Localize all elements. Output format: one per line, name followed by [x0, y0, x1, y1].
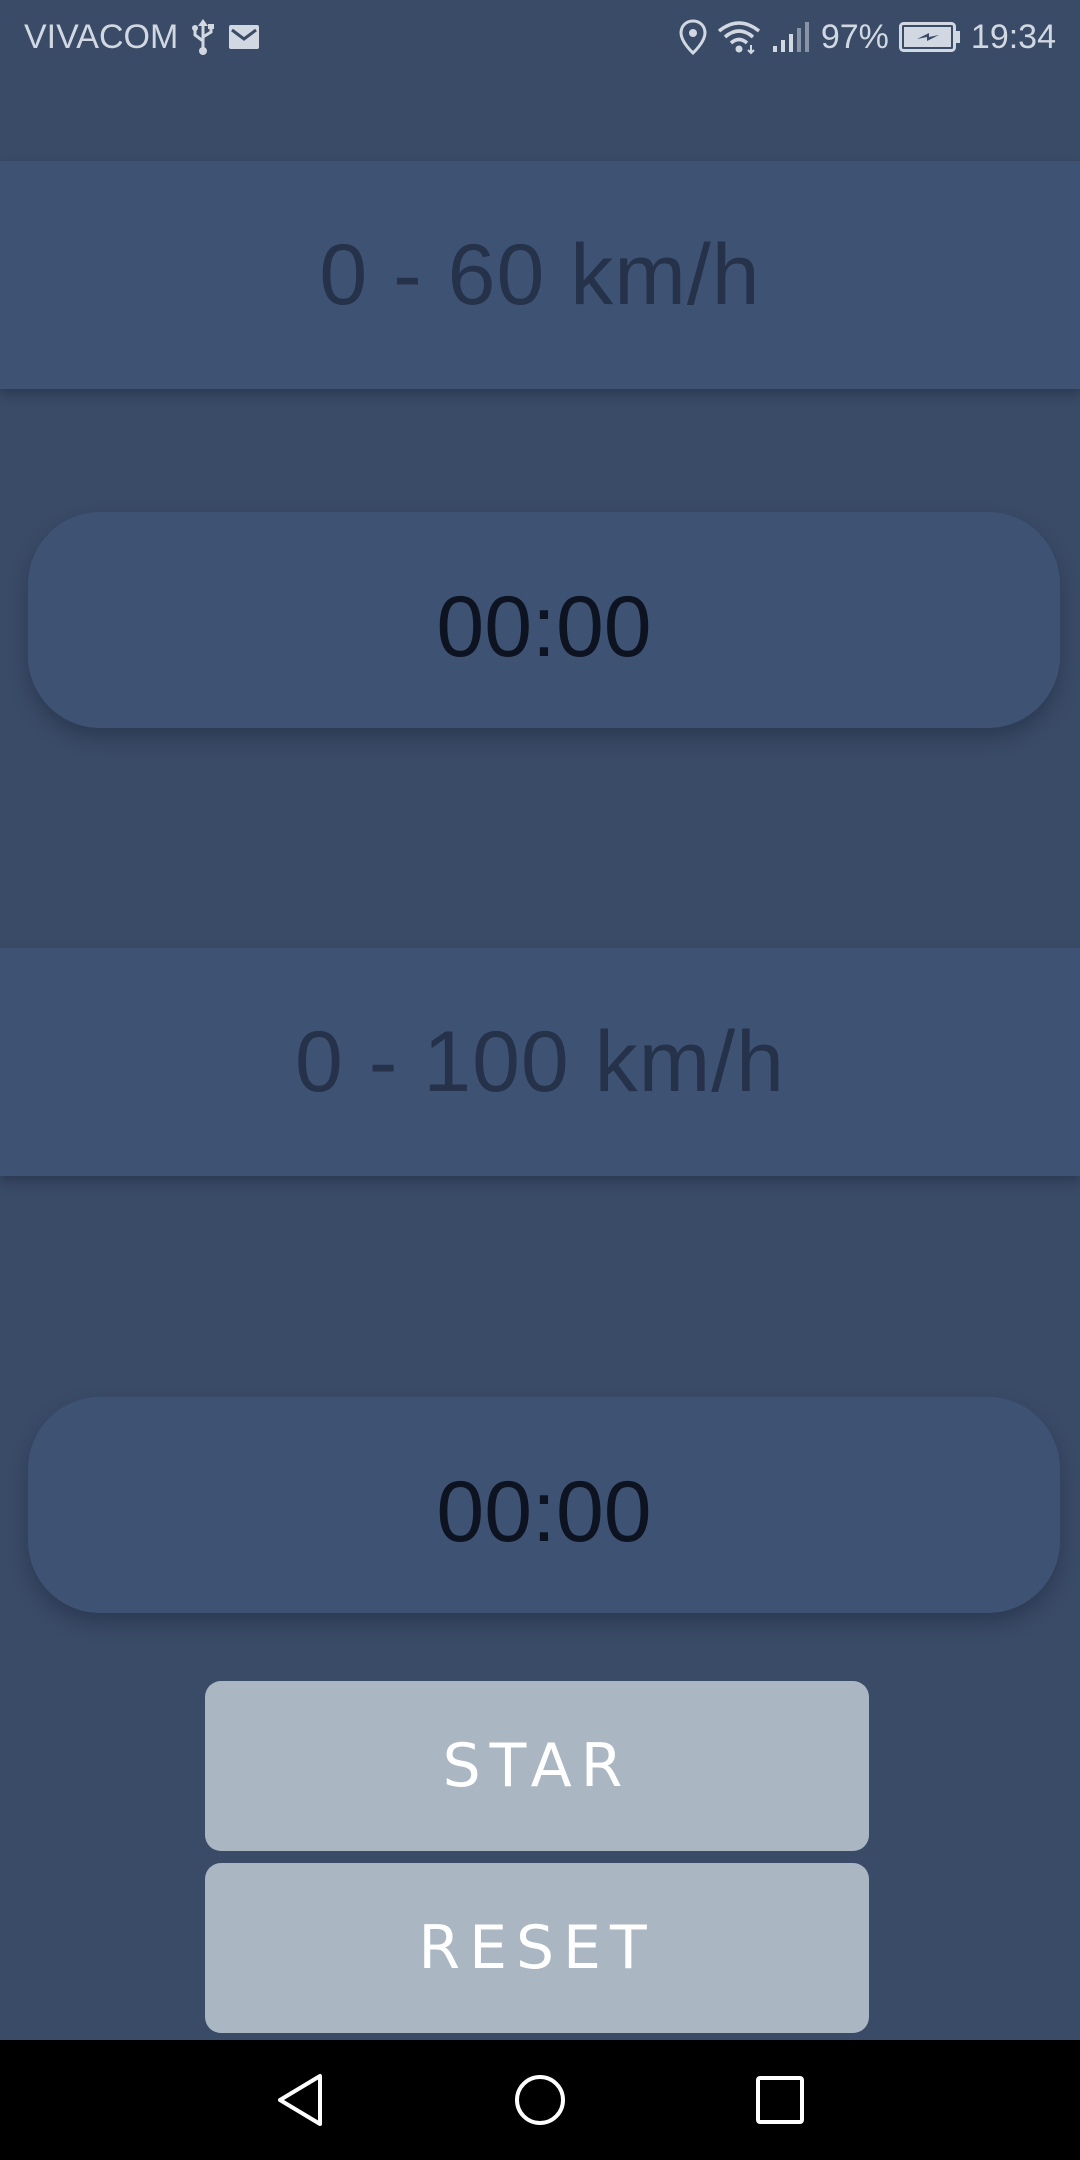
battery-percent: 97%: [820, 18, 889, 56]
status-bar: VIVACOM 97% 19:34: [0, 0, 1080, 74]
home-icon[interactable]: [500, 2060, 580, 2140]
wifi-icon: [717, 19, 761, 55]
reset-button[interactable]: RESET: [205, 1863, 869, 2033]
clock: 19:34: [970, 18, 1056, 56]
start-button[interactable]: STAR: [205, 1681, 869, 1851]
back-icon[interactable]: [260, 2060, 340, 2140]
recent-apps-icon[interactable]: [740, 2060, 820, 2140]
navigation-bar: [0, 2040, 1080, 2160]
timer-display-0-60: 00:00: [28, 512, 1060, 728]
usb-icon: [190, 19, 216, 55]
speed-range-header-0-60: 0 - 60 km/h: [0, 161, 1080, 389]
carrier-name: VIVACOM: [24, 18, 179, 56]
speed-range-label: 0 - 60 km/h: [319, 226, 761, 323]
mail-icon: [228, 24, 260, 50]
timer-value: 00:00: [436, 578, 652, 675]
status-bar-left: VIVACOM: [24, 16, 260, 58]
signal-icon: [771, 20, 811, 54]
timer-display-0-100: 00:00: [28, 1397, 1060, 1613]
location-icon: [679, 19, 707, 55]
speed-range-header-0-100: 0 - 100 km/h: [0, 948, 1080, 1176]
status-bar-right: 97% 19:34: [679, 16, 1056, 58]
timer-value: 00:00: [436, 1463, 652, 1560]
battery-charging-icon: [898, 22, 961, 52]
app-screen: VIVACOM 97% 19:34 0 - 60 km/h 00:00 0 - …: [0, 0, 1080, 2160]
speed-range-label: 0 - 100 km/h: [295, 1013, 785, 1110]
